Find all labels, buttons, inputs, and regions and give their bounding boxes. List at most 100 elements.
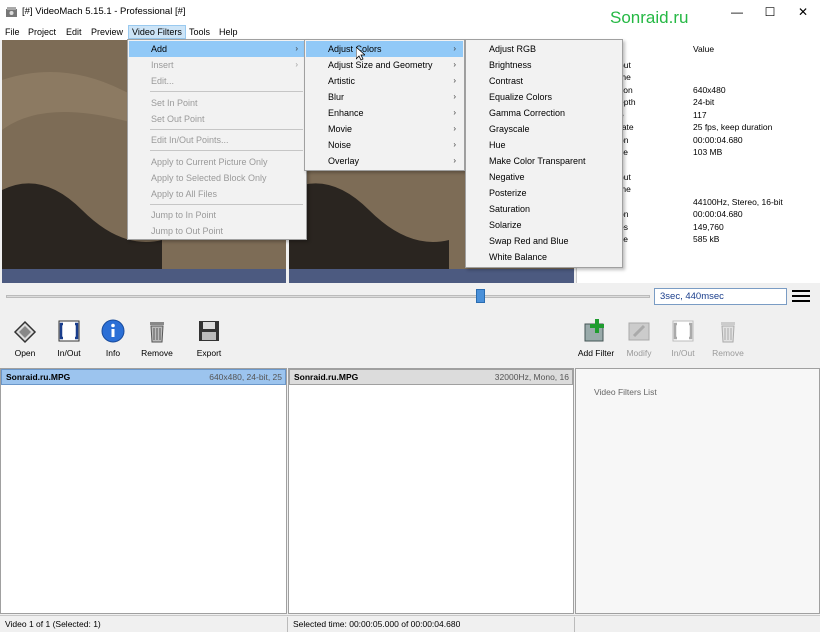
menu-separator [150, 129, 303, 130]
menu-tools[interactable]: Tools [186, 25, 213, 39]
maximize-button[interactable]: ☐ [761, 4, 779, 20]
submenu-item-noise[interactable]: Noise › [306, 137, 463, 153]
menu-item-set-out-point[interactable]: Set Out Point [129, 111, 305, 127]
filter-item-grayscale[interactable]: Grayscale [467, 121, 621, 137]
menu-item-apply-all-files[interactable]: Apply to All Files [129, 186, 305, 202]
submenu-item-artistic[interactable]: Artistic › [306, 73, 463, 89]
modify-label: Modify [626, 348, 652, 358]
add-filter-button[interactable]: Add Filter [574, 318, 618, 358]
video-file-name: Sonraid.ru.MPG [6, 372, 71, 382]
filter-item-solarize[interactable]: Solarize [467, 217, 621, 233]
video-file-row[interactable]: Sonraid.ru.MPG 640x480, 24-bit, 25 [1, 369, 286, 385]
menu-bar: File Project Edit Preview Video Filters … [0, 24, 820, 40]
remove-button[interactable]: Remove [135, 318, 179, 358]
submenu-item-blur[interactable]: Blur › [306, 89, 463, 105]
filter-item-contrast[interactable]: Contrast [467, 73, 621, 89]
open-label: Open [14, 348, 36, 358]
menu-item-edit[interactable]: Edit... [129, 73, 305, 89]
add-submenu: Adjust Colors › Adjust Size and Geometry ›… [304, 39, 465, 171]
filter-remove-label: Remove [712, 348, 744, 358]
menu-separator [150, 150, 303, 151]
preview-bar [289, 269, 574, 283]
menu-item-jump-in-point[interactable]: Jump to In Point [129, 207, 305, 223]
filter-item-adjust-rgb[interactable]: Adjust RGB [467, 41, 621, 57]
menu-edit[interactable]: Edit [63, 25, 85, 39]
inout-icon [58, 320, 80, 342]
menu-separator [150, 204, 303, 205]
title-bar: [#] VideoMach 5.15.1 - Professional [#] … [0, 0, 820, 27]
filter-item-hue[interactable]: Hue [467, 137, 621, 153]
status-selected-time: Selected time: 00:00:05.000 of 00:00:04.… [293, 619, 461, 629]
filter-inout-label: In/Out [671, 348, 695, 358]
status-video-count: Video 1 of 1 (Selected: 1) [5, 619, 101, 629]
filter-item-posterize[interactable]: Posterize [467, 185, 621, 201]
close-button[interactable]: ✕ [794, 4, 812, 20]
submenu-item-enhance[interactable]: Enhance › [306, 105, 463, 121]
menu-item-edit-in-out-points[interactable]: Edit In/Out Points... [129, 132, 305, 148]
modify-button[interactable]: Modify [617, 318, 661, 358]
audio-file-name: Sonraid.ru.MPG [294, 372, 359, 382]
filter-item-white-balance[interactable]: White Balance [467, 249, 621, 265]
menu-project[interactable]: Project [25, 25, 59, 39]
submenu-item-overlay[interactable]: Overlay › [306, 153, 463, 169]
filter-item-gamma-correction[interactable]: Gamma Correction [467, 105, 621, 121]
submenu-item-movie[interactable]: Movie › [306, 121, 463, 137]
preview-bar [2, 269, 286, 283]
window-title: [#] VideoMach 5.15.1 - Professional [#] [22, 6, 186, 17]
filter-item-make-color-transparent[interactable]: Make Color Transparent [467, 153, 621, 169]
menu-item-add[interactable]: Add › [129, 41, 305, 57]
menu-separator [150, 91, 303, 92]
add-filter-icon [584, 319, 604, 342]
menu-item-insert[interactable]: Insert › [129, 57, 305, 73]
save-icon [199, 321, 219, 341]
open-button[interactable]: Open [3, 318, 47, 358]
filter-item-equalize-colors[interactable]: Equalize Colors [467, 89, 621, 105]
video-files-panel[interactable]: Sonraid.ru.MPG 640x480, 24-bit, 25 [0, 368, 287, 614]
menu-preview[interactable]: Preview [88, 25, 126, 39]
modify-icon [628, 322, 650, 341]
info-icon [101, 319, 125, 343]
info-button[interactable]: Info [91, 318, 135, 358]
seek-track[interactable] [6, 295, 650, 298]
hamburger-menu-icon[interactable] [792, 290, 810, 302]
adjust-colors-submenu: Adjust RGB Brightness Contrast Equalize … [465, 39, 623, 268]
inout-button[interactable]: In/Out [47, 318, 91, 358]
menu-item-set-in-point[interactable]: Set In Point [129, 95, 305, 111]
export-button[interactable]: Export [187, 318, 231, 358]
menu-file[interactable]: File [2, 25, 23, 39]
menu-item-apply-current-picture[interactable]: Apply to Current Picture Only [129, 154, 305, 170]
info-label: Info [105, 348, 121, 358]
properties-value-header: Value [693, 44, 715, 54]
status-bar: Video 1 of 1 (Selected: 1) Selected time… [0, 615, 820, 632]
menu-item-apply-selected-block[interactable]: Apply to Selected Block Only [129, 170, 305, 186]
filter-item-saturation[interactable]: Saturation [467, 201, 621, 217]
audio-file-row[interactable]: Sonraid.ru.MPG 32000Hz, Mono, 16 [289, 369, 573, 385]
status-separator [287, 617, 288, 632]
audio-file-info: 32000Hz, Mono, 16 [494, 372, 569, 382]
app-icon [6, 7, 17, 17]
submenu-item-adjust-size-geometry[interactable]: Adjust Size and Geometry › [306, 57, 463, 73]
filter-item-brightness[interactable]: Brightness [467, 57, 621, 73]
submenu-item-adjust-colors[interactable]: Adjust Colors › [306, 41, 463, 57]
export-label: Export [196, 348, 222, 358]
filter-item-swap-red-blue[interactable]: Swap Red and Blue [467, 233, 621, 249]
trash-icon [150, 322, 164, 343]
video-filters-panel[interactable]: Video Filters List [575, 368, 820, 614]
filter-inout-button[interactable]: In/Out [661, 318, 705, 358]
status-separator [574, 617, 575, 632]
add-filter-label: Add Filter [577, 348, 615, 358]
trash-icon [721, 322, 735, 343]
seek-thumb[interactable] [476, 289, 485, 303]
time-display[interactable]: 3sec, 440msec [654, 288, 787, 305]
audio-files-panel[interactable]: Sonraid.ru.MPG 32000Hz, Mono, 16 [288, 368, 574, 614]
menu-video-filters[interactable]: Video Filters [128, 25, 186, 39]
minimize-button[interactable]: — [728, 4, 746, 20]
filter-item-negative[interactable]: Negative [467, 169, 621, 185]
video-file-info: 640x480, 24-bit, 25 [209, 372, 282, 382]
filter-remove-button[interactable]: Remove [706, 318, 750, 358]
open-icon [13, 320, 37, 344]
inout-label: In/Out [57, 348, 81, 358]
menu-item-jump-out-point[interactable]: Jump to Out Point [129, 223, 305, 239]
remove-label: Remove [141, 348, 173, 358]
menu-help[interactable]: Help [216, 25, 241, 39]
